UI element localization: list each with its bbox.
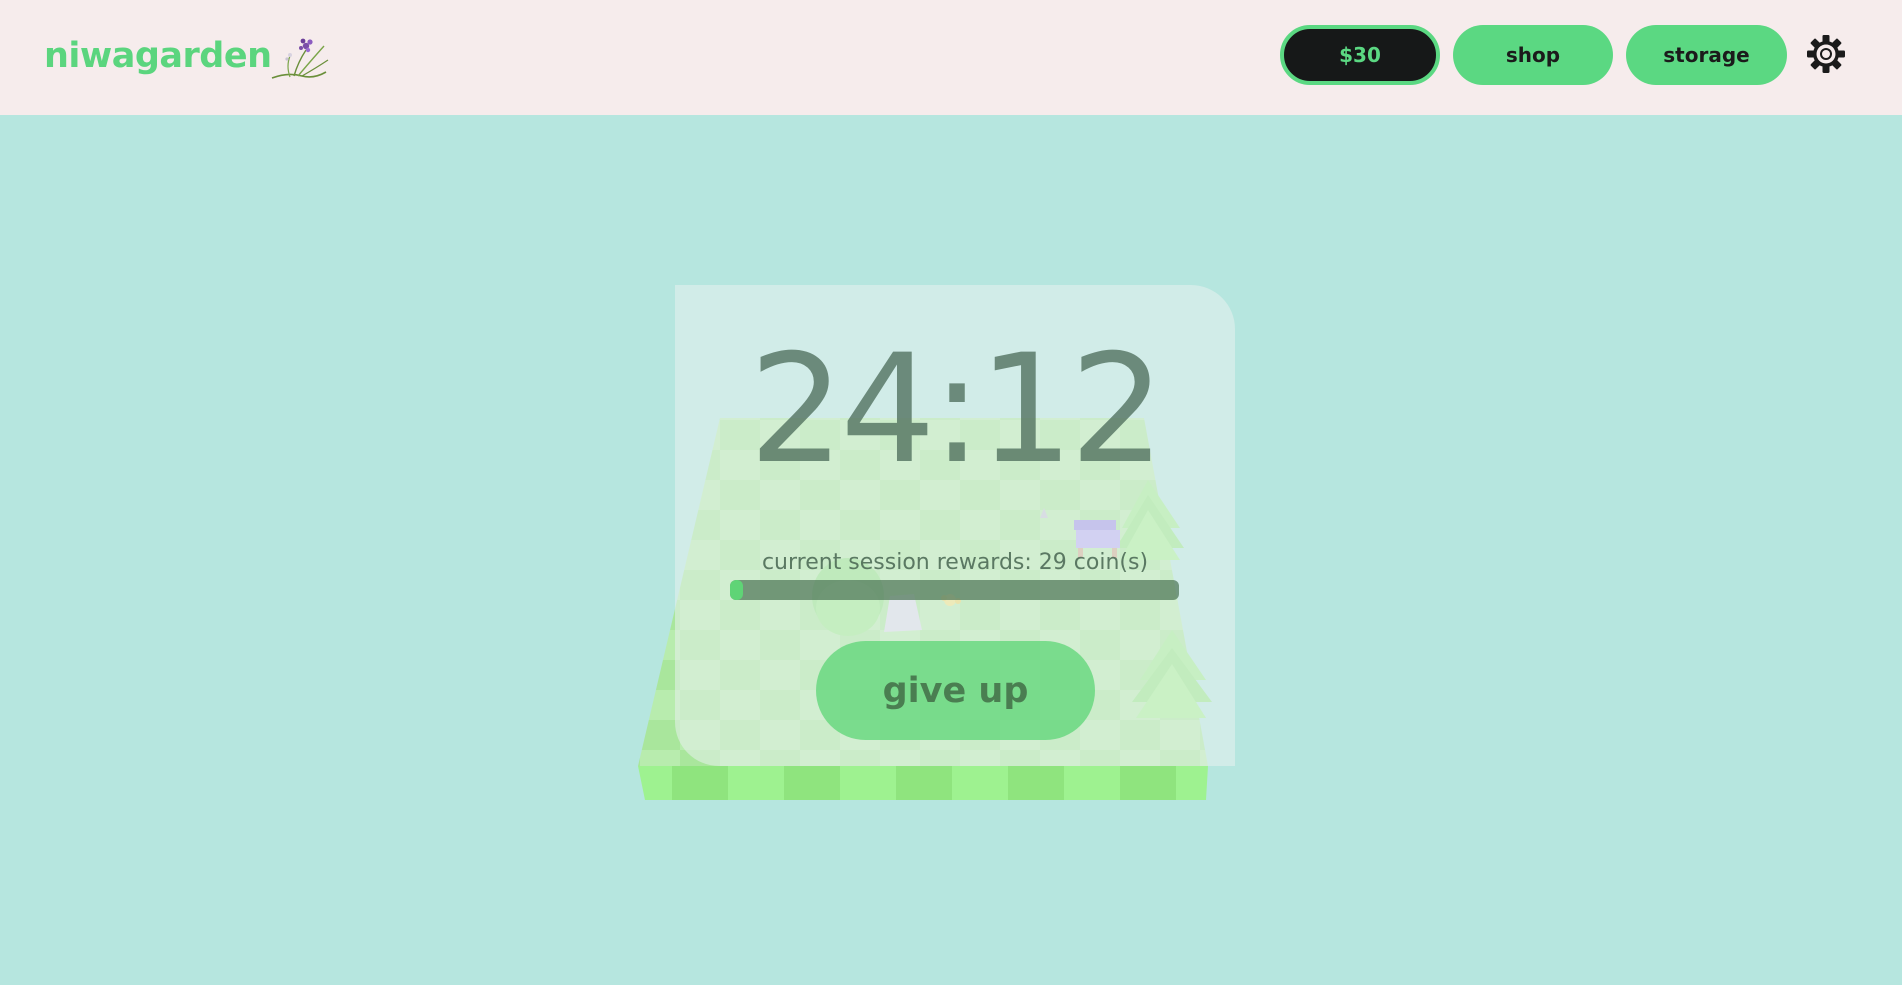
shop-button[interactable]: shop bbox=[1453, 25, 1613, 85]
session-timer: 24:12 bbox=[748, 323, 1165, 497]
session-progress-fill bbox=[730, 580, 744, 600]
logo[interactable]: niwagarden bbox=[44, 32, 330, 80]
session-rewards-text: current session rewards: 29 coin(s) bbox=[761, 550, 1149, 575]
give-up-button[interactable]: give up bbox=[816, 641, 1095, 740]
coins-balance-button[interactable]: $30 bbox=[1280, 25, 1440, 85]
logo-text: niwagarden bbox=[44, 36, 272, 76]
storage-button[interactable]: storage bbox=[1626, 25, 1787, 85]
flower-plant-icon bbox=[271, 38, 328, 79]
garden-ground-side bbox=[638, 766, 1208, 800]
gear-icon[interactable] bbox=[1806, 34, 1846, 74]
session-progress-bar bbox=[730, 580, 1179, 600]
top-bar: niwagarden $30 shop storage bbox=[0, 0, 1902, 115]
